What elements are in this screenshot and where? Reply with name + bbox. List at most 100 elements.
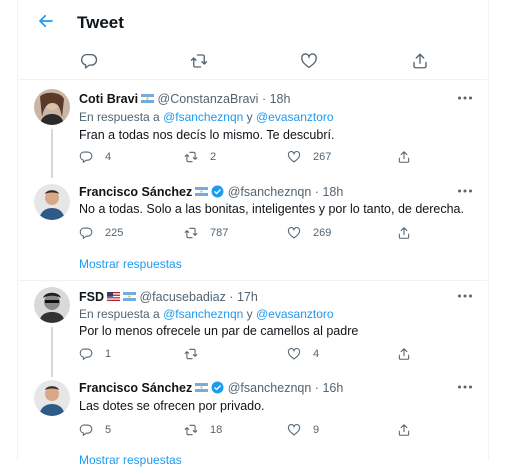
like-icon bbox=[287, 150, 301, 164]
retweet-icon bbox=[184, 423, 198, 437]
mention-link[interactable]: @evasanztoro bbox=[256, 110, 334, 124]
share-icon[interactable] bbox=[411, 52, 429, 70]
retweet-count: 2 bbox=[210, 151, 217, 163]
retweet-icon bbox=[184, 347, 198, 361]
timestamp[interactable]: 18h bbox=[270, 92, 291, 106]
verified-badge-icon bbox=[211, 381, 224, 394]
reply-tweet[interactable]: Francisco Sánchez @fsancheznqn · 18h No … bbox=[17, 178, 487, 276]
argentina-flag-icon bbox=[141, 94, 154, 103]
tweet-text: Fran a todas nos decís lo mismo. Te desc… bbox=[79, 128, 335, 142]
more-options-icon[interactable] bbox=[457, 384, 473, 390]
more-options-icon[interactable] bbox=[457, 188, 473, 194]
share-icon[interactable] bbox=[397, 226, 411, 240]
retweet-icon[interactable] bbox=[190, 52, 208, 70]
retweet-button[interactable]: 18 bbox=[184, 423, 222, 437]
author-name[interactable]: Francisco Sánchez bbox=[79, 185, 192, 199]
show-replies-link[interactable]: Mostrar respuestas bbox=[79, 453, 182, 467]
retweet-count: 787 bbox=[210, 227, 229, 239]
argentina-flag-icon bbox=[195, 383, 208, 392]
replying-to-conjunction: y bbox=[246, 307, 253, 321]
usa-flag-icon bbox=[107, 292, 120, 301]
thread-line bbox=[51, 327, 53, 377]
argentina-flag-icon bbox=[123, 292, 136, 301]
like-count: 267 bbox=[313, 151, 332, 163]
reply-button[interactable]: 5 bbox=[79, 423, 111, 437]
like-count: 9 bbox=[313, 424, 320, 436]
reply-tweet[interactable]: FSD @facusebadiaz · 17h En respuesta a @… bbox=[17, 281, 487, 377]
like-button[interactable]: 4 bbox=[287, 347, 319, 361]
reply-tweet[interactable]: Coti Bravi @ConstanzaBravi · 18h En resp… bbox=[17, 80, 487, 178]
mention-link[interactable]: @fsancheznqn bbox=[163, 307, 243, 321]
author-name[interactable]: Coti Bravi bbox=[79, 92, 138, 106]
like-button[interactable]: 267 bbox=[287, 150, 331, 164]
reply-count: 225 bbox=[105, 227, 124, 239]
avatar[interactable] bbox=[34, 287, 70, 323]
reply-icon bbox=[79, 347, 93, 361]
reply-button[interactable]: 225 bbox=[79, 226, 123, 240]
reply-icon[interactable] bbox=[80, 52, 98, 70]
like-button[interactable]: 9 bbox=[287, 423, 319, 437]
reply-icon bbox=[79, 423, 93, 437]
replying-to: En respuesta a @fsancheznqn y @evasanzto… bbox=[79, 110, 334, 124]
tweet-text: Las dotes se ofrecen por privado. bbox=[79, 399, 265, 413]
share-icon[interactable] bbox=[397, 423, 411, 437]
page-header: Tweet bbox=[17, 0, 487, 44]
author-name[interactable]: Francisco Sánchez bbox=[79, 381, 192, 395]
retweet-count: 18 bbox=[210, 424, 223, 436]
separator-dot: · bbox=[314, 185, 319, 199]
share-icon[interactable] bbox=[397, 347, 411, 361]
reply-icon bbox=[79, 150, 93, 164]
page-title: Tweet bbox=[77, 13, 124, 32]
retweet-icon bbox=[184, 226, 198, 240]
mention-link[interactable]: @fsancheznqn bbox=[163, 110, 243, 124]
argentina-flag-icon bbox=[195, 187, 208, 196]
like-icon bbox=[287, 423, 301, 437]
retweet-icon bbox=[184, 150, 198, 164]
like-icon bbox=[287, 347, 301, 361]
tweet-header: Coti Bravi @ConstanzaBravi · 18h bbox=[79, 92, 290, 106]
retweet-button[interactable]: 787 bbox=[184, 226, 228, 240]
reply-button[interactable]: 1 bbox=[79, 347, 111, 361]
avatar[interactable] bbox=[34, 380, 70, 416]
reply-count: 5 bbox=[105, 424, 112, 436]
replying-to: En respuesta a @fsancheznqn y @evasanzto… bbox=[79, 307, 334, 321]
more-options-icon[interactable] bbox=[457, 95, 473, 101]
tweet-text: No a todas. Solo a las bonitas, intelige… bbox=[79, 202, 464, 216]
author-name[interactable]: FSD bbox=[79, 290, 104, 304]
separator-dot: · bbox=[314, 381, 319, 395]
replying-to-conjunction: y bbox=[246, 110, 253, 124]
timestamp[interactable]: 16h bbox=[322, 381, 343, 395]
reply-button[interactable]: 4 bbox=[79, 150, 111, 164]
verified-badge-icon bbox=[211, 185, 224, 198]
timestamp[interactable]: 18h bbox=[322, 185, 343, 199]
avatar[interactable] bbox=[34, 89, 70, 125]
back-arrow-icon[interactable] bbox=[37, 12, 55, 30]
author-handle[interactable]: @ConstanzaBravi bbox=[158, 92, 259, 106]
like-icon bbox=[287, 226, 301, 240]
like-icon[interactable] bbox=[300, 52, 318, 70]
reply-count: 1 bbox=[105, 348, 112, 360]
tweet-text: Por lo menos ofrecele un par de camellos… bbox=[79, 324, 359, 338]
more-options-icon[interactable] bbox=[457, 293, 473, 299]
reply-icon bbox=[79, 226, 93, 240]
mention-link[interactable]: @evasanztoro bbox=[256, 307, 334, 321]
avatar[interactable] bbox=[34, 184, 70, 220]
tweet-header: Francisco Sánchez @fsancheznqn · 16h bbox=[79, 381, 343, 395]
thread-line bbox=[51, 129, 53, 178]
retweet-button[interactable]: 2 bbox=[184, 150, 216, 164]
main-tweet-action-bar bbox=[17, 44, 487, 79]
share-icon[interactable] bbox=[397, 150, 411, 164]
retweet-button[interactable] bbox=[184, 347, 210, 361]
tweet-header: Francisco Sánchez @fsancheznqn · 18h bbox=[79, 185, 343, 199]
author-handle[interactable]: @fsancheznqn bbox=[228, 185, 312, 199]
author-handle[interactable]: @fsancheznqn bbox=[228, 381, 312, 395]
like-button[interactable]: 269 bbox=[287, 226, 331, 240]
replying-to-label: En respuesta a bbox=[79, 110, 160, 124]
like-count: 269 bbox=[313, 227, 332, 239]
tweet-header: FSD @facusebadiaz · 17h bbox=[79, 290, 258, 304]
show-replies-link[interactable]: Mostrar respuestas bbox=[79, 257, 182, 271]
separator-dot: · bbox=[261, 92, 267, 106]
author-handle[interactable]: @facusebadiaz bbox=[139, 290, 225, 304]
reply-tweet[interactable]: Francisco Sánchez @fsancheznqn · 16h Las… bbox=[17, 377, 487, 467]
timestamp[interactable]: 17h bbox=[237, 290, 258, 304]
